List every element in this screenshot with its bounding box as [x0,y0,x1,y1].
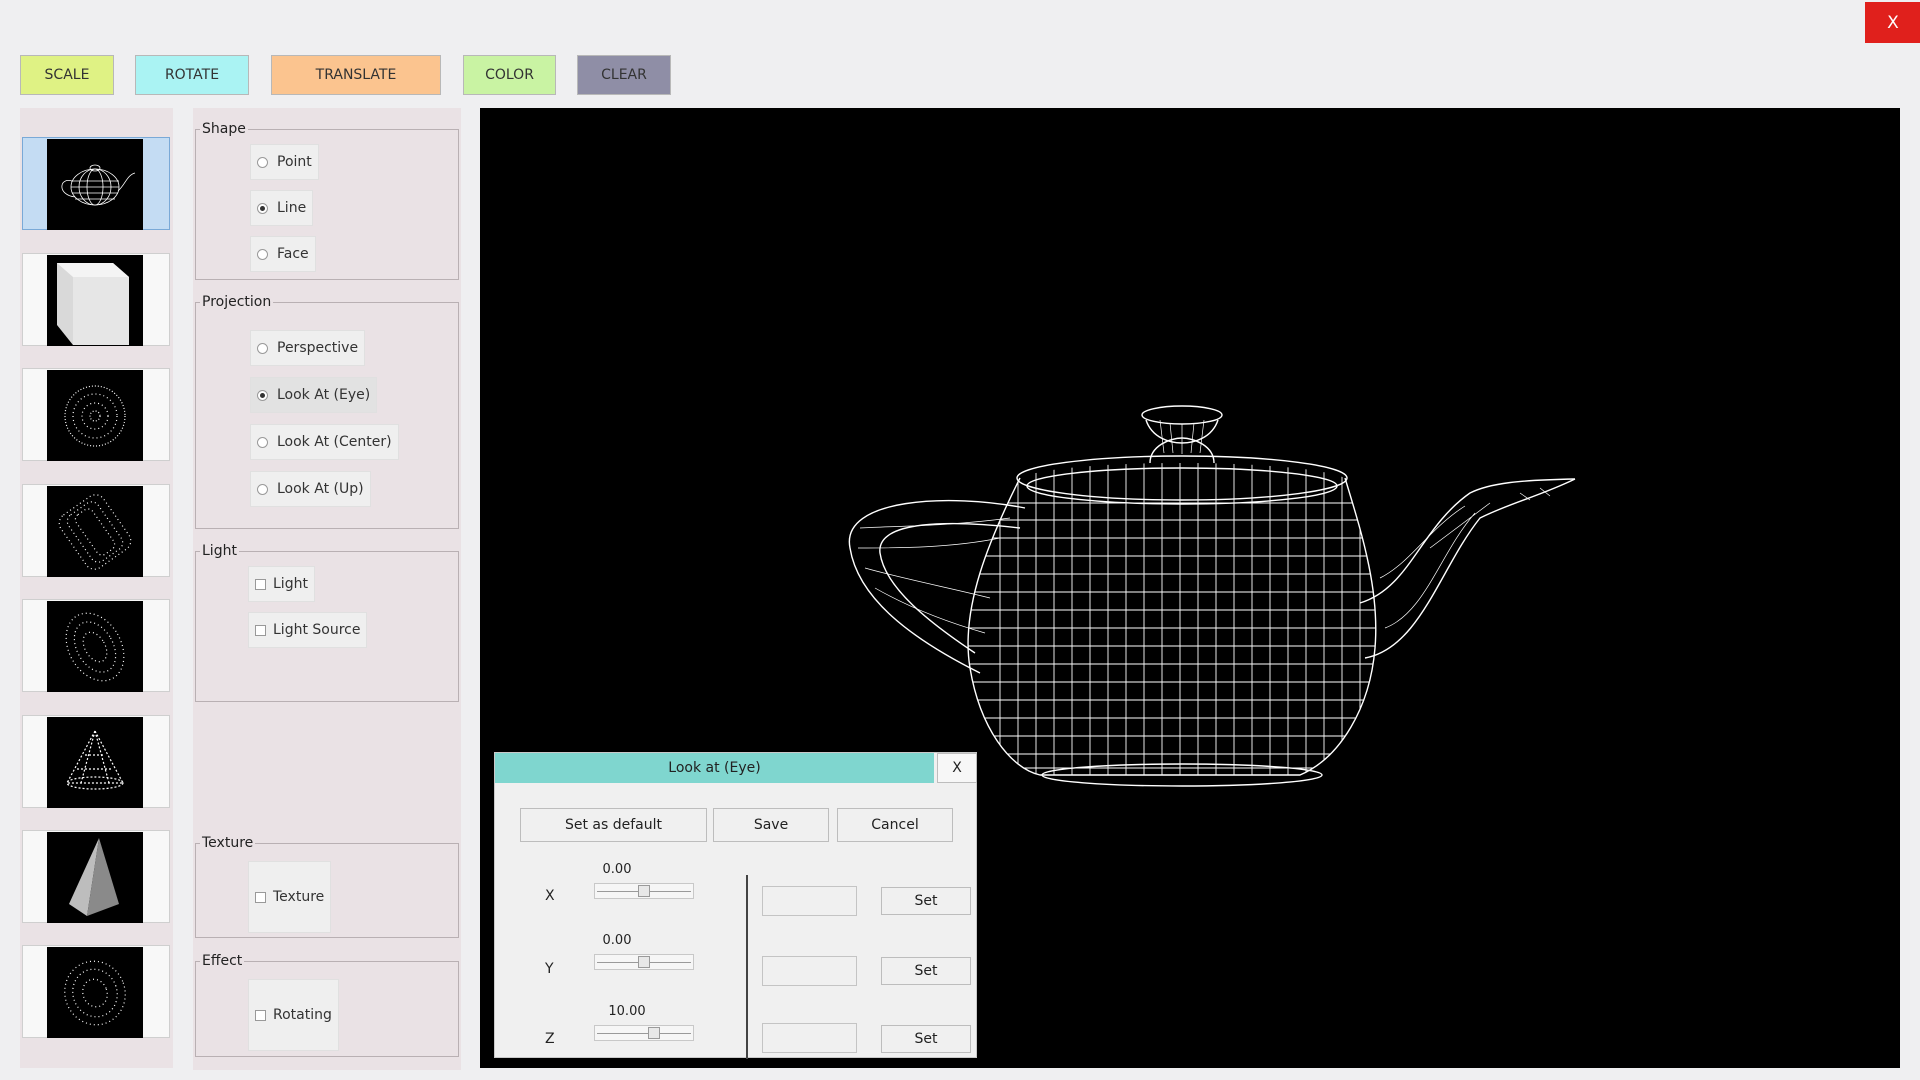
model-thumb-pyramid[interactable] [22,830,170,923]
light-group-title: Light [200,542,239,560]
z-label: Z [545,1031,555,1047]
light-group: Light Light Light Source [195,542,459,702]
radio-icon [257,389,268,401]
model-thumb-cylinder[interactable] [22,484,170,577]
texture-checkbox[interactable]: Texture [248,861,332,933]
light-checkbox[interactable]: Light [248,566,315,602]
radio-icon [257,436,268,448]
clear-button[interactable]: CLEAR [577,55,671,95]
y-input[interactable] [762,956,857,986]
translate-button[interactable]: TRANSLATE [271,55,441,95]
model-thumb-torus[interactable] [22,945,170,1038]
radio-icon [257,483,268,495]
x-label: X [545,888,555,904]
y-slider[interactable] [594,954,694,970]
app-close-button[interactable]: X [1865,2,1920,43]
z-slider[interactable] [594,1025,694,1041]
option-label: Line [277,200,307,216]
lookat-eye-dialog: Look at (Eye) X Set as default Save Canc… [494,752,977,1059]
checkbox-icon [255,891,266,903]
x-value: 0.00 [602,862,632,877]
light-source-checkbox[interactable]: Light Source [248,612,368,648]
checkbox-icon [255,624,266,636]
save-button[interactable]: Save [713,808,829,842]
model-thumb-sphere[interactable] [22,368,170,461]
projection-group: Projection Perspective Look At (Eye) Loo… [195,293,459,529]
cone-thumbnail [47,717,143,808]
slider-knob[interactable] [638,885,650,897]
effect-group-title: Effect [200,952,245,970]
set-as-default-button[interactable]: Set as default [520,808,707,842]
z-set-button[interactable]: Set [881,1025,971,1053]
color-button[interactable]: COLOR [463,55,556,95]
y-set-button[interactable]: Set [881,957,971,985]
shape-line-option[interactable]: Line [250,190,314,226]
shape-group: Shape Point Line Face [195,120,459,280]
control-panel: Shape Point Line Face Projection Perspec… [193,108,554,1070]
radio-icon [257,248,268,260]
cylinder-thumbnail [47,486,143,577]
radio-icon [257,202,268,214]
shape-face-option[interactable]: Face [250,236,316,272]
model-thumb-cone[interactable] [22,715,170,808]
dialog-title: Look at (Eye) [495,753,934,783]
model-list [20,108,173,1068]
option-label: Look At (Center) [277,434,392,450]
cube-thumbnail [47,255,143,346]
ellipsoid-thumbnail [47,601,143,692]
scale-button[interactable]: SCALE [20,55,114,95]
option-label: Look At (Up) [277,481,364,497]
option-label: Perspective [277,340,359,356]
sphere-thumbnail [47,370,143,461]
cancel-button[interactable]: Cancel [837,808,953,842]
slider-knob[interactable] [648,1027,661,1039]
option-label: Face [277,246,309,262]
model-thumb-ellipsoid[interactable] [22,599,170,692]
projection-lookat-up-option[interactable]: Look At (Up) [250,471,371,507]
checkbox-icon [255,1009,266,1021]
shape-point-option[interactable]: Point [250,144,319,180]
x-input[interactable] [762,886,857,916]
teapot-thumbnail [47,139,143,230]
radio-icon [257,342,268,354]
option-label: Light [273,576,308,592]
texture-group-title: Texture [200,834,256,852]
y-value: 0.00 [602,933,632,948]
model-thumb-cube[interactable] [22,253,170,346]
option-label: Light Source [273,622,361,638]
option-label: Point [277,154,312,170]
projection-lookat-center-option[interactable]: Look At (Center) [250,424,399,460]
rotate-button[interactable]: ROTATE [135,55,249,95]
shape-group-title: Shape [200,120,248,138]
torus-thumbnail [47,947,143,1038]
checkbox-icon [255,578,266,590]
option-label: Look At (Eye) [277,387,371,403]
slider-knob[interactable] [638,956,650,968]
divider [746,875,748,1059]
texture-group: Texture Texture [195,834,459,938]
rotating-checkbox[interactable]: Rotating [248,979,339,1051]
z-input[interactable] [762,1023,857,1053]
radio-icon [257,156,268,168]
dialog-close-button[interactable]: X [937,753,977,783]
option-label: Rotating [273,1007,332,1023]
z-value: 10.00 [608,1004,646,1019]
projection-lookat-eye-option[interactable]: Look At (Eye) [250,377,378,413]
option-label: Texture [273,889,325,905]
x-set-button[interactable]: Set [881,887,971,915]
projection-perspective-option[interactable]: Perspective [250,330,366,366]
effect-group: Effect Rotating [195,952,459,1057]
y-label: Y [545,961,554,977]
projection-group-title: Projection [200,293,274,311]
x-slider[interactable] [594,883,694,899]
model-thumb-teapot[interactable] [22,137,170,230]
pyramid-thumbnail [47,832,143,923]
